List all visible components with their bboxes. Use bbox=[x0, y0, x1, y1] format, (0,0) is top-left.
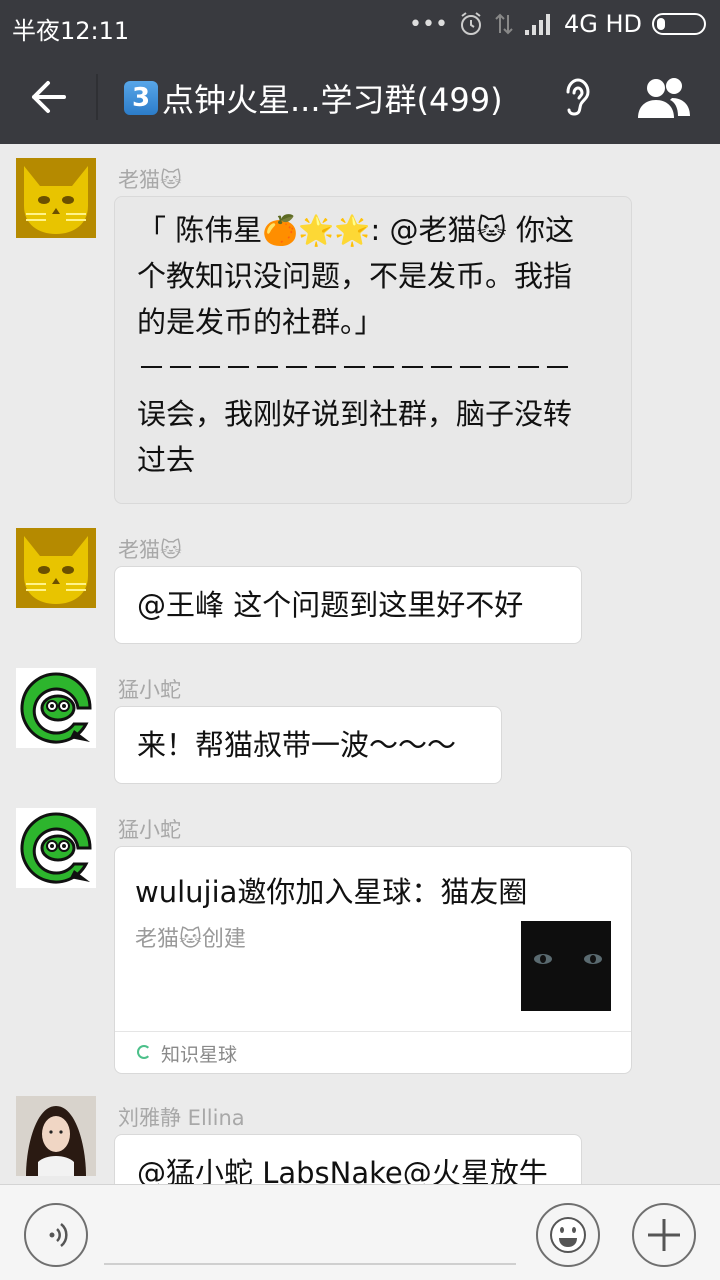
snake-avatar[interactable] bbox=[16, 808, 96, 888]
quote-message-bubble[interactable]: 「 陈伟星🍊🌟🌟: @老猫🐱 你这 个教知识没问题，不是发币。我指 的是发币的社… bbox=[114, 196, 632, 504]
sender-name: 老猫🐱 bbox=[118, 168, 182, 192]
status-time: 半夜12:11 bbox=[12, 17, 130, 45]
text-message-bubble[interactable]: @王峰 这个问题到这里好不好 bbox=[114, 566, 582, 644]
group-title: 点钟火星...学习群(499) bbox=[162, 81, 503, 119]
dots-icon: ••• bbox=[409, 11, 448, 37]
message-line: @王峰 这个问题到这里好不好 bbox=[137, 588, 524, 622]
text-message-bubble[interactable]: 来！帮猫叔带一波～～～ bbox=[114, 706, 502, 784]
message-line: @猛小蛇 LabsNake@火星放牛 bbox=[137, 1156, 548, 1184]
ear-icon[interactable] bbox=[556, 76, 596, 120]
sender-name: 刘雅静 Ellina bbox=[118, 1106, 245, 1130]
chat-messages[interactable]: 老猫🐱 「 陈伟星🍊🌟🌟: @老猫🐱 你这 个教知识没问题，不是发币。我指 的是… bbox=[0, 144, 720, 1184]
card-source-label: 知识星球 bbox=[161, 1044, 238, 1066]
input-bar bbox=[0, 1184, 720, 1280]
message-line: 过去 bbox=[137, 443, 196, 477]
group-members-icon[interactable] bbox=[634, 74, 694, 122]
snake-avatar[interactable] bbox=[16, 668, 96, 748]
chat-header: 3 点钟火星...学习群(499) bbox=[0, 50, 720, 144]
text-message-bubble[interactable]: @猛小蛇 LabsNake@火星放牛 bbox=[114, 1134, 582, 1184]
alarm-icon bbox=[460, 12, 481, 35]
sender-name: 老猫🐱 bbox=[118, 538, 182, 562]
knowledge-planet-icon bbox=[137, 1045, 151, 1059]
cat-avatar[interactable] bbox=[16, 528, 96, 608]
plus-icon[interactable] bbox=[632, 1203, 696, 1267]
cat-avatar[interactable] bbox=[16, 158, 96, 238]
chat-title: 3 点钟火星...学习群(499) bbox=[124, 76, 503, 120]
keycap-badge: 3 bbox=[124, 81, 158, 115]
back-arrow-icon[interactable] bbox=[18, 68, 78, 126]
signal-icon bbox=[524, 14, 550, 35]
message-line: －－－－－－－－－－－－－－－ bbox=[137, 351, 573, 385]
network-type: 4G HD bbox=[563, 10, 642, 38]
message-line: 个教知识没问题，不是发币。我指 bbox=[137, 259, 573, 293]
message-input[interactable] bbox=[104, 1263, 516, 1265]
voice-icon[interactable] bbox=[24, 1203, 88, 1267]
message-line: 来！帮猫叔带一波～～～ bbox=[137, 728, 457, 762]
status-bar: 半夜12:11 ••• 4G HD bbox=[0, 0, 720, 50]
card-subtitle: 老猫🐱创建 bbox=[135, 927, 246, 952]
card-title: wulujia邀你加入星球：猫友圈 bbox=[135, 875, 528, 909]
header-divider bbox=[96, 74, 98, 120]
data-arrows-icon bbox=[495, 13, 513, 35]
invite-card[interactable]: wulujia邀你加入星球：猫友圈 老猫🐱创建 知识星球 bbox=[114, 846, 632, 1074]
card-thumbnail bbox=[521, 921, 611, 1011]
message-line: 「 陈伟星🍊🌟🌟: @老猫🐱 你这 bbox=[137, 213, 574, 247]
sender-name: 猛小蛇 bbox=[118, 678, 181, 702]
status-icons: ••• 4G HD bbox=[409, 10, 706, 38]
girl-avatar[interactable] bbox=[16, 1096, 96, 1176]
card-footer: 知识星球 bbox=[115, 1031, 631, 1073]
battery-icon bbox=[652, 13, 706, 35]
emoji-icon[interactable] bbox=[536, 1203, 600, 1267]
sender-name: 猛小蛇 bbox=[118, 818, 181, 842]
message-line: 的是发币的社群。」 bbox=[137, 305, 384, 339]
message-line: 误会，我刚好说到社群，脑子没转 bbox=[137, 397, 573, 431]
